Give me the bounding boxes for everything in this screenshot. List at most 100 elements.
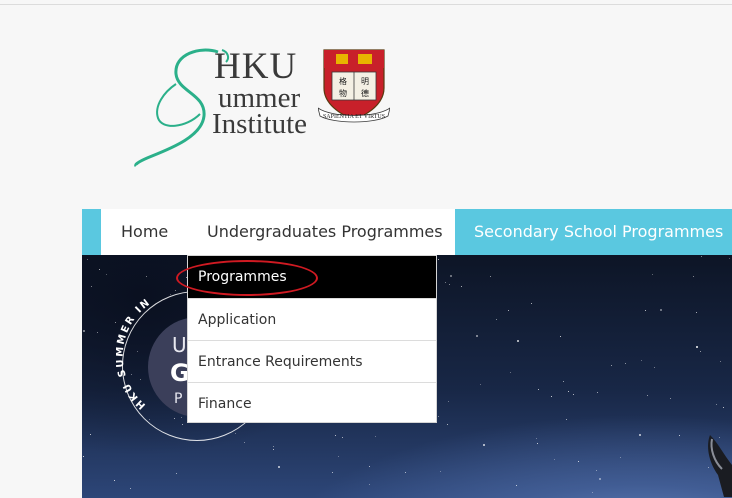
star <box>480 384 481 385</box>
star <box>670 398 671 399</box>
svg-text:明: 明 <box>361 77 369 86</box>
star <box>566 419 567 420</box>
star <box>375 436 376 437</box>
star <box>130 488 131 489</box>
star <box>91 286 92 287</box>
telescope-icon <box>708 435 732 497</box>
star <box>568 391 569 392</box>
star <box>596 470 597 471</box>
star <box>450 275 452 277</box>
star <box>278 466 280 468</box>
star <box>639 434 641 436</box>
star <box>554 459 555 460</box>
hku-crest-icon: 格 明 物 德 SAPIENTIA ET VIRTUS <box>318 49 390 123</box>
nav-item-home[interactable]: Home <box>121 209 168 255</box>
star <box>476 335 478 337</box>
star <box>83 456 84 457</box>
star <box>99 269 100 270</box>
nav-left-accent <box>82 209 101 255</box>
dropdown-item-finance[interactable]: Finance <box>188 382 436 424</box>
dropdown-item-application[interactable]: Application <box>188 298 436 340</box>
star <box>405 472 406 473</box>
star <box>146 276 147 277</box>
star <box>332 472 333 473</box>
star <box>536 438 537 439</box>
star <box>483 444 485 446</box>
star <box>599 478 601 480</box>
star <box>597 392 598 393</box>
crest-motto-text: SAPIENTIA ET VIRTUS <box>323 114 385 120</box>
star <box>449 284 450 285</box>
star <box>537 443 538 444</box>
star <box>696 312 697 313</box>
star <box>592 492 593 493</box>
star <box>369 484 370 485</box>
star <box>448 401 449 402</box>
badge-letter-p: P <box>174 391 183 407</box>
star <box>641 360 642 361</box>
star <box>701 256 702 257</box>
star <box>696 346 698 348</box>
star <box>440 471 441 472</box>
star <box>490 276 491 277</box>
star <box>510 372 511 373</box>
star <box>438 259 439 260</box>
star <box>700 351 701 352</box>
red-highlight-annotation <box>176 260 318 296</box>
star <box>723 407 724 408</box>
star <box>620 457 621 458</box>
star <box>97 332 98 333</box>
star <box>87 259 88 260</box>
star <box>654 367 655 368</box>
star <box>517 340 519 342</box>
svg-text:格: 格 <box>339 76 347 86</box>
main-navigation: Home Undergraduates Programmes Secondary… <box>82 209 732 255</box>
star <box>645 310 646 311</box>
star <box>578 461 579 462</box>
badge-letter-u: U <box>172 333 187 357</box>
star <box>438 416 439 417</box>
star <box>531 303 532 304</box>
svg-text:德: 德 <box>361 88 369 98</box>
star <box>106 274 107 275</box>
star <box>273 449 274 450</box>
star <box>516 485 517 486</box>
nav-item-secondary-school-programmes[interactable]: Secondary School Programmes <box>455 209 732 255</box>
nav-item-undergraduates-programmes[interactable]: Undergraduates Programmes <box>207 209 443 255</box>
top-divider <box>0 4 732 5</box>
star <box>563 381 564 382</box>
hku-summer-institute-logo[interactable]: HKU ummer Institute 格 明 物 德 SAPIENTIA ET… <box>130 44 390 168</box>
star <box>90 434 91 435</box>
star <box>508 310 509 311</box>
star <box>729 258 730 259</box>
star <box>679 435 680 436</box>
star <box>335 435 336 436</box>
star <box>538 389 539 390</box>
star <box>660 309 662 311</box>
star <box>447 424 448 425</box>
star <box>496 319 497 320</box>
star <box>461 286 462 287</box>
star <box>625 363 626 364</box>
star <box>716 404 717 405</box>
star <box>573 394 574 395</box>
logo-institute-text: Institute <box>212 108 308 140</box>
star <box>176 473 177 474</box>
star <box>652 274 653 275</box>
star <box>83 330 85 332</box>
star <box>338 456 339 457</box>
star <box>611 365 612 366</box>
logo-hku-text: HKU <box>214 46 298 87</box>
star <box>342 437 343 438</box>
star <box>560 336 561 337</box>
svg-text:物: 物 <box>339 88 347 98</box>
star <box>647 395 648 396</box>
star <box>114 480 115 481</box>
star <box>720 361 721 362</box>
star <box>369 466 370 467</box>
star <box>445 282 446 283</box>
star <box>551 396 552 397</box>
svg-text:HKU SUMMER IN: HKU SUMMER IN <box>116 296 153 411</box>
dropdown-item-entrance-requirements[interactable]: Entrance Requirements <box>188 340 436 382</box>
star <box>693 276 694 277</box>
